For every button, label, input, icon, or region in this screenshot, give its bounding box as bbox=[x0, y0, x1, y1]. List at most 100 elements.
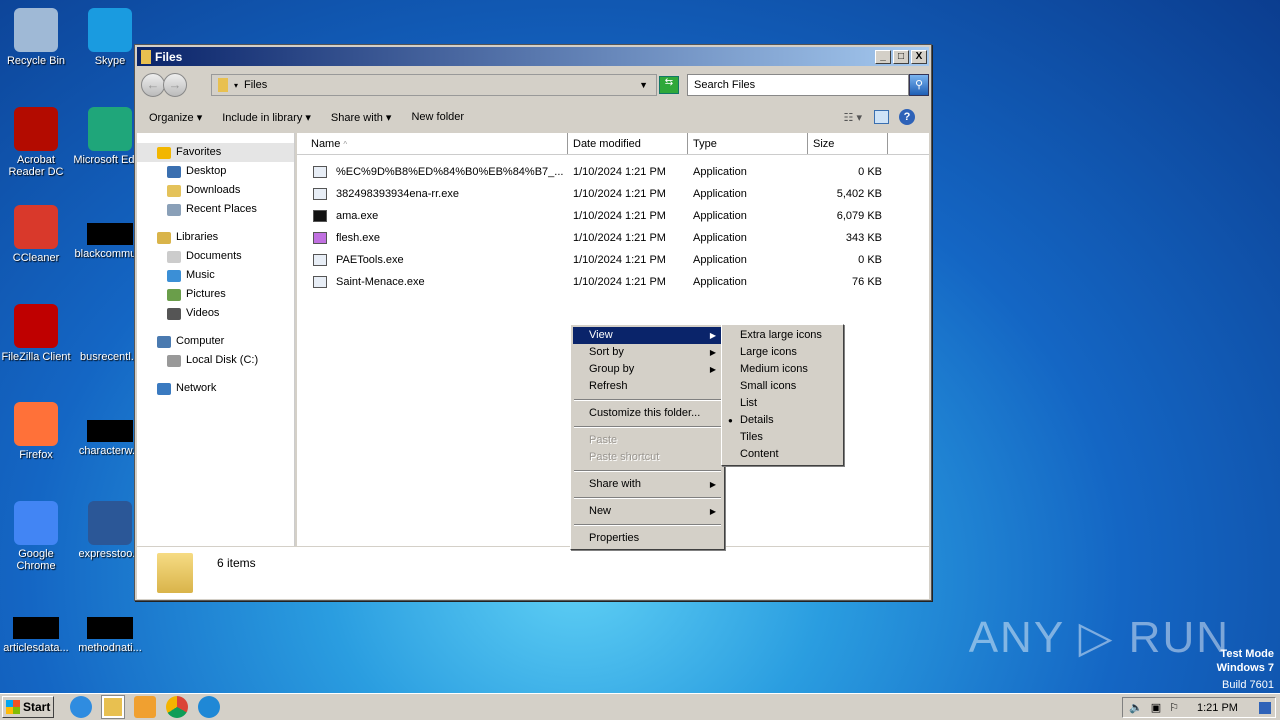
file-row[interactable]: %EC%9D%B8%ED%84%B0%EB%84%B7_... 1/10/202… bbox=[297, 161, 929, 183]
file-size: 343 KB bbox=[845, 232, 882, 244]
nav-item-libraries[interactable]: Libraries bbox=[137, 228, 294, 247]
nav-item-computer[interactable]: Computer bbox=[137, 332, 294, 351]
context-menu: View ▶ Sort by ▶ Group by ▶ Refresh Customi… bbox=[570, 324, 725, 550]
view-option-large-icons[interactable]: Large icons bbox=[724, 344, 841, 361]
music-icon bbox=[167, 269, 181, 282]
start-label: Start bbox=[23, 700, 51, 714]
menu-properties[interactable]: Properties bbox=[573, 530, 722, 547]
organize-button[interactable]: Organize ▾ bbox=[149, 111, 202, 124]
column-size[interactable]: Size bbox=[808, 133, 888, 154]
nav-item-music[interactable]: Music bbox=[137, 266, 294, 285]
separator bbox=[574, 497, 721, 499]
application-icon bbox=[313, 188, 327, 201]
nav-item-recent-places[interactable]: Recent Places bbox=[137, 200, 294, 219]
back-button[interactable]: ← bbox=[141, 73, 165, 97]
desktop-icon-ccleaner[interactable]: CCleaner bbox=[0, 205, 74, 264]
nav-item-network[interactable]: Network bbox=[137, 379, 294, 398]
desktop-icon-acrobat-reader-dc[interactable]: Acrobat Reader DC bbox=[0, 106, 74, 178]
file-row[interactable]: Saint-Menace.exe 1/10/2024 1:21 PM Appli… bbox=[297, 271, 929, 293]
application-icon bbox=[313, 166, 327, 179]
column-date[interactable]: Date modified bbox=[568, 133, 688, 154]
column-name[interactable]: Name ^ bbox=[297, 133, 568, 154]
start-button[interactable]: Start bbox=[2, 696, 54, 718]
file-date: 1/10/2024 1:21 PM bbox=[573, 254, 666, 266]
pictures-icon bbox=[167, 288, 181, 301]
desktop-icon-methodnati[interactable]: methodnati... bbox=[72, 599, 148, 654]
file-row[interactable]: ama.exe 1/10/2024 1:21 PM Application 6,… bbox=[297, 205, 929, 227]
desktop-icon-firefox[interactable]: Firefox bbox=[0, 402, 74, 461]
maximize-button[interactable]: □ bbox=[893, 49, 909, 64]
nav-item-videos[interactable]: Videos bbox=[137, 304, 294, 323]
view-option-list[interactable]: List bbox=[724, 395, 841, 412]
help-icon[interactable]: ? bbox=[899, 109, 915, 125]
desktop-icon-articlesdata[interactable]: articlesdata... bbox=[0, 599, 74, 654]
desktop-icon-recycle-bin[interactable]: Recycle Bin bbox=[0, 8, 74, 67]
folder-large-icon bbox=[157, 553, 193, 593]
desktop-icon-google-chrome[interactable]: Google Chrome bbox=[0, 500, 74, 572]
blackcommu-icon bbox=[87, 223, 133, 245]
view-options-icon[interactable]: ☷ ▾ bbox=[844, 111, 862, 124]
file-row[interactable]: PAETools.exe 1/10/2024 1:21 PM Applicati… bbox=[297, 249, 929, 271]
volume-icon[interactable]: 🔈 bbox=[1129, 701, 1143, 714]
view-option-content[interactable]: Content bbox=[724, 446, 841, 463]
edge-taskbar-icon[interactable] bbox=[198, 696, 220, 718]
file-row[interactable]: flesh.exe 1/10/2024 1:21 PM Application … bbox=[297, 227, 929, 249]
separator bbox=[574, 399, 721, 401]
refresh-button[interactable]: ⇆ bbox=[659, 76, 679, 94]
desktop-icon-label: Google Chrome bbox=[16, 547, 56, 572]
network-icon bbox=[157, 382, 171, 395]
nav-item-documents[interactable]: Documents bbox=[137, 247, 294, 266]
nav-item-label: Pictures bbox=[186, 288, 226, 300]
file-name: 382498393934ena-rr.exe bbox=[336, 187, 459, 200]
nav-item-favorites[interactable]: Favorites bbox=[137, 143, 294, 162]
nav-item-desktop[interactable]: Desktop bbox=[137, 162, 294, 181]
nav-item-label: Documents bbox=[186, 250, 242, 262]
watermark-line3: Build 7601 bbox=[1222, 679, 1274, 691]
minimize-button[interactable]: _ bbox=[875, 49, 891, 64]
menu-share-with[interactable]: Share with ▶ bbox=[573, 476, 722, 493]
clock[interactable]: 1:21 PM bbox=[1197, 702, 1238, 714]
system-tray: 🔈 ▣ ⚐ 1:21 PM bbox=[1122, 697, 1276, 718]
search-input[interactable]: Search Files bbox=[687, 74, 909, 96]
media-player-taskbar-icon[interactable] bbox=[134, 696, 156, 718]
search-icon[interactable]: ⚲ bbox=[909, 74, 929, 96]
favorites-icon bbox=[157, 146, 171, 159]
desktop-icon-label: Firefox bbox=[19, 449, 53, 461]
preview-pane-icon[interactable] bbox=[874, 110, 889, 124]
view-option-details[interactable]: ● Details bbox=[724, 412, 841, 429]
file-type: Application bbox=[693, 276, 747, 288]
close-button[interactable]: X bbox=[911, 49, 927, 64]
view-option-tiles[interactable]: Tiles bbox=[724, 429, 841, 446]
address-bar[interactable]: ▾ Files ▼ bbox=[211, 74, 657, 96]
file-row[interactable]: 382498393934ena-rr.exe 1/10/2024 1:21 PM… bbox=[297, 183, 929, 205]
address-dropdown-icon[interactable]: ▼ bbox=[639, 80, 648, 90]
column-type[interactable]: Type bbox=[688, 133, 808, 154]
menu-sort-by[interactable]: Sort by ▶ bbox=[573, 344, 722, 361]
menu-group-by[interactable]: Group by ▶ bbox=[573, 361, 722, 378]
nav-item-downloads[interactable]: Downloads bbox=[137, 181, 294, 200]
view-option-medium-icons[interactable]: Medium icons bbox=[724, 361, 841, 378]
nav-item-pictures[interactable]: Pictures bbox=[137, 285, 294, 304]
menu-refresh[interactable]: Refresh bbox=[573, 378, 722, 395]
action-center-flag-icon[interactable]: ⚐ bbox=[1169, 701, 1179, 714]
include-in-library-button[interactable]: Include in library ▾ bbox=[222, 111, 311, 124]
application-icon bbox=[313, 254, 327, 267]
menu-customize[interactable]: Customize this folder... bbox=[573, 405, 722, 422]
forward-button[interactable]: → bbox=[163, 73, 187, 97]
ie-taskbar-icon[interactable] bbox=[70, 696, 92, 718]
view-option-extra-large-icons[interactable]: Extra large icons bbox=[724, 327, 841, 344]
nav-item-local-disk-c[interactable]: Local Disk (C:) bbox=[137, 351, 294, 370]
application-icon bbox=[313, 210, 327, 223]
file-date: 1/10/2024 1:21 PM bbox=[573, 276, 666, 288]
title-bar[interactable]: Files _ □ X bbox=[137, 47, 929, 66]
menu-view[interactable]: View ▶ bbox=[573, 327, 722, 344]
chrome-taskbar-icon[interactable] bbox=[166, 696, 188, 718]
explorer-taskbar-icon[interactable] bbox=[101, 695, 125, 719]
show-desktop-icon[interactable] bbox=[1259, 701, 1271, 714]
view-option-small-icons[interactable]: Small icons bbox=[724, 378, 841, 395]
desktop-icon-filezilla-client[interactable]: FileZilla Client bbox=[0, 303, 74, 363]
share-with-button[interactable]: Share with ▾ bbox=[331, 111, 392, 124]
new-folder-button[interactable]: New folder bbox=[411, 111, 464, 123]
network-icon[interactable]: ▣ bbox=[1151, 701, 1161, 714]
menu-new[interactable]: New ▶ bbox=[573, 503, 722, 520]
